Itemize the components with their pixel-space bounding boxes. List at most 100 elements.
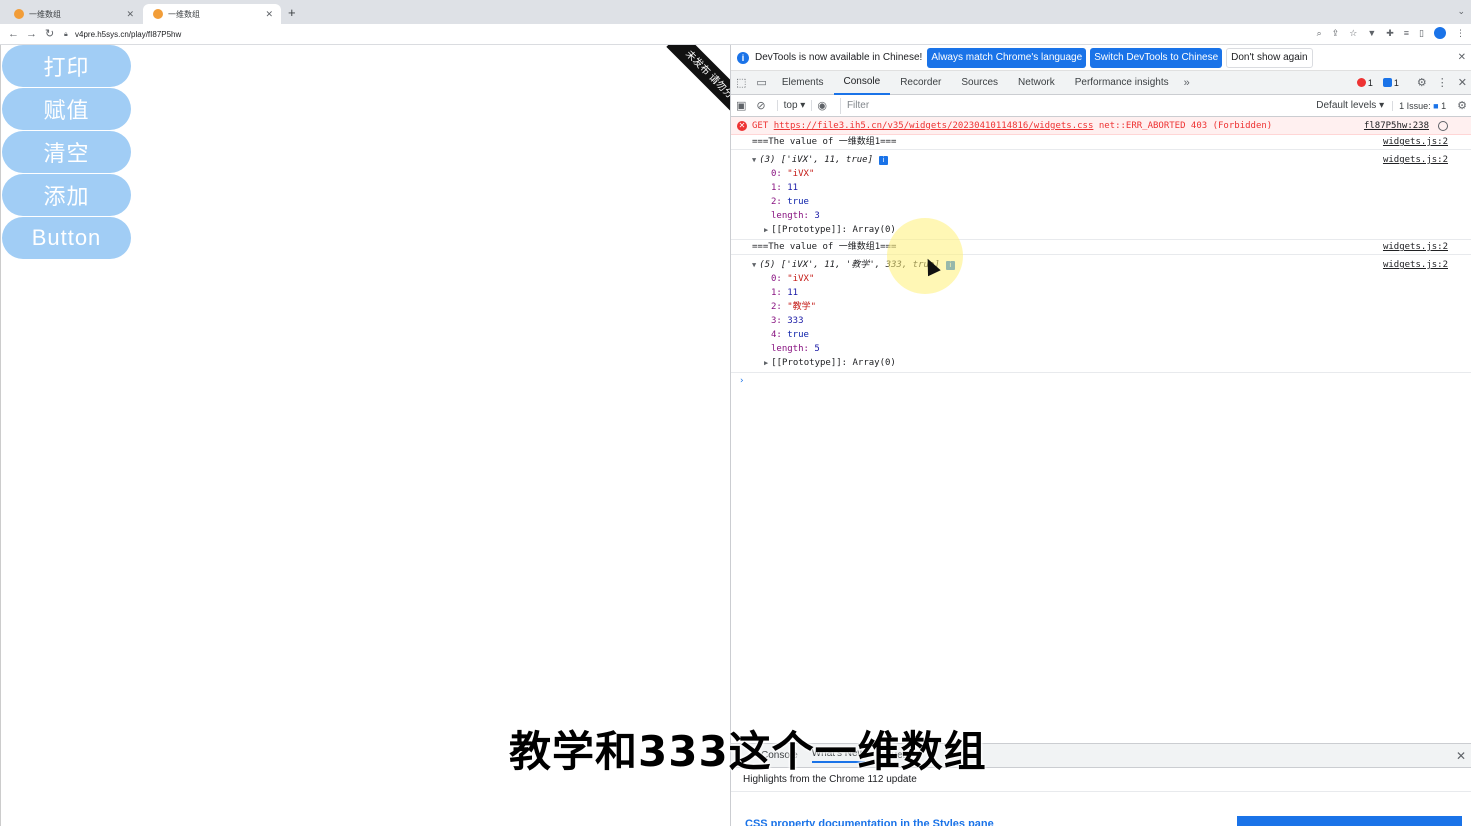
close-devtools-icon[interactable]: ✕ xyxy=(1453,76,1471,89)
side-panel-icon[interactable]: ▯ xyxy=(1419,28,1424,39)
console-settings-icon[interactable]: ⚙ xyxy=(1452,99,1471,112)
prototype-row[interactable]: ▶ [[Prototype]]: Array(0) xyxy=(731,356,1471,373)
close-tab-icon[interactable]: ✕ xyxy=(126,9,134,20)
whats-new-article-link[interactable]: CSS property documentation in the Styles… xyxy=(745,818,994,826)
message-count-badge[interactable]: 1 xyxy=(1380,78,1402,88)
favicon-icon xyxy=(14,9,24,19)
error-url-link[interactable]: https://file3.ih5.cn/v35/widgets/2023041… xyxy=(774,121,1094,131)
message-icon xyxy=(1382,78,1392,87)
network-request-icon[interactable] xyxy=(1438,121,1448,131)
array-item-value: 11 xyxy=(787,288,799,298)
source-link[interactable]: widgets.js:2 xyxy=(1383,153,1448,167)
browser-tab[interactable]: 一维数组 ✕ xyxy=(4,4,142,24)
array-summary-row[interactable]: ▼ (3) ['iVX', 11, true] i widgets.js:2 xyxy=(731,153,1471,167)
devtools-tabbar: ⬚ ▭ Elements Console Recorder Sources Ne… xyxy=(731,71,1471,95)
more-options-icon[interactable]: ⋮ xyxy=(1432,76,1453,89)
array-item-row: 2: "教学" xyxy=(731,300,1471,314)
tab-recorder[interactable]: Recorder xyxy=(890,71,951,95)
toolbar-icons: ⌕ ⇪ ☆ ▼ ✚ ≡ ▯ ⋮ xyxy=(1317,27,1465,39)
close-tab-icon[interactable]: ✕ xyxy=(265,9,273,20)
array-item-value: 3 xyxy=(814,211,820,221)
source-link[interactable]: widgets.js:2 xyxy=(1383,135,1448,149)
array-item-value: 5 xyxy=(814,344,820,354)
add-button[interactable]: 添加 xyxy=(2,174,131,216)
array-item-key: 0: xyxy=(771,169,782,179)
extensions-icon[interactable]: ✚ xyxy=(1386,28,1394,39)
tab-title: 一维数组 xyxy=(29,9,61,19)
error-count-badge[interactable]: 1 xyxy=(1354,78,1376,88)
source-link[interactable]: fl87P5hw:238 xyxy=(1364,117,1429,135)
browser-tab-active[interactable]: 一维数组 ✕ xyxy=(143,4,281,24)
filter-extension-icon[interactable]: ▼ xyxy=(1367,28,1376,38)
device-toolbar-icon[interactable]: ▭ xyxy=(751,76,771,89)
console-log-row: ===The value of 一维数组1=== widgets.js:2 xyxy=(731,135,1471,150)
array-item-row: 2: true xyxy=(731,195,1471,209)
close-drawer-icon[interactable]: ✕ xyxy=(1456,749,1466,763)
more-tabs-icon[interactable]: » xyxy=(1179,77,1195,89)
filter-input[interactable]: Filter xyxy=(839,97,1240,114)
forward-icon[interactable]: → xyxy=(26,27,37,41)
array-item-row: 4: true xyxy=(731,328,1471,342)
array-item-value: true xyxy=(787,197,809,207)
array-item-row: length: 5 xyxy=(731,342,1471,356)
tab-elements[interactable]: Elements xyxy=(772,71,834,95)
tab-strip: 一维数组 ✕ 一维数组 ✕ + ⌄ xyxy=(0,0,1471,24)
tab-sources[interactable]: Sources xyxy=(951,71,1008,95)
print-button[interactable]: 打印 xyxy=(2,45,131,87)
sidebar-toggle-icon[interactable]: ▣ xyxy=(731,99,751,112)
address-text: v4pre.h5sys.cn/play/fI87P5hw xyxy=(75,30,182,39)
settings-gear-icon[interactable]: ⚙ xyxy=(1412,76,1432,89)
collapse-triangle-icon[interactable]: ▶ xyxy=(764,226,768,234)
array-items: 0: "iVX" 1: 11 2: true length: 3 xyxy=(731,167,1471,223)
devtools-panel: i DevTools is now available in Chinese! … xyxy=(730,45,1471,826)
tab-search-icon[interactable]: ⌄ xyxy=(1457,6,1465,17)
ribbon-text: 未发布 请勿分享 xyxy=(666,45,730,115)
source-link[interactable]: widgets.js:2 xyxy=(1383,258,1448,272)
zoom-icon[interactable]: ⌕ xyxy=(1317,28,1322,39)
reload-icon[interactable]: ↻ xyxy=(45,27,54,41)
array-item-key: length: xyxy=(771,344,809,354)
bookmark-star-icon[interactable]: ☆ xyxy=(1349,28,1357,39)
profile-avatar[interactable] xyxy=(1434,27,1446,39)
tab-console[interactable]: Console xyxy=(833,71,891,95)
error-icon: ✕ xyxy=(737,121,747,131)
array-items: 0: "iVX" 1: 11 2: "教学" 3: 333 4: true length:… xyxy=(731,272,1471,356)
array-item-value: true xyxy=(787,330,809,340)
live-expression-eye-icon[interactable]: ◉ xyxy=(812,99,832,112)
share-icon[interactable]: ⇪ xyxy=(1332,28,1340,39)
array-summary-row[interactable]: ▼(5) ['iVX', 11, '教学', 333, true]i widge… xyxy=(731,258,1471,272)
context-selector[interactable]: top ▾ xyxy=(776,100,813,111)
source-link[interactable]: widgets.js:2 xyxy=(1383,240,1448,254)
issues-button[interactable]: 1 Issue: ■ 1 xyxy=(1392,100,1452,111)
menu-icon[interactable]: ⋮ xyxy=(1456,28,1465,39)
expand-triangle-icon[interactable]: ▼ xyxy=(752,156,756,164)
clear-console-icon[interactable]: ⊘ xyxy=(751,99,770,112)
tab-network[interactable]: Network xyxy=(1008,71,1065,95)
prototype-row[interactable]: ▶ [[Prototype]]: Array(0) xyxy=(731,223,1471,240)
match-language-button[interactable]: Always match Chrome's language xyxy=(927,47,1087,68)
close-icon[interactable]: ✕ xyxy=(1458,52,1466,63)
address-bar[interactable]: 🔒︎ v4pre.h5sys.cn/play/fI87P5hw xyxy=(64,27,1304,42)
clear-button[interactable]: 清空 xyxy=(2,131,131,173)
array-item-row: 1: 11 xyxy=(731,181,1471,195)
array-item-value: "iVX" xyxy=(787,274,815,284)
whats-new-thumbnail xyxy=(1237,816,1462,826)
new-tab-icon[interactable]: + xyxy=(288,6,296,20)
expand-triangle-icon[interactable]: ▼ xyxy=(752,261,756,269)
assign-button[interactable]: 赋值 xyxy=(2,88,131,130)
inspect-element-icon[interactable]: ⬚ xyxy=(731,76,751,89)
info-icon: i xyxy=(879,156,889,165)
video-subtitle: 教学和333这个一维数组 xyxy=(509,727,987,776)
tab-performance-insights[interactable]: Performance insights xyxy=(1065,71,1179,95)
log-levels-dropdown[interactable]: Default levels ▾ xyxy=(1308,100,1392,111)
dont-show-again-button[interactable]: Don't show again xyxy=(1226,47,1313,68)
console-output: ✕ GET https://file3.ih5.cn/v35/widgets/2… xyxy=(731,117,1471,743)
switch-chinese-button[interactable]: Switch DevTools to Chinese xyxy=(1090,47,1223,68)
back-icon[interactable]: ← xyxy=(8,27,19,41)
console-prompt[interactable]: › xyxy=(731,373,1471,389)
reading-list-icon[interactable]: ≡ xyxy=(1404,28,1409,38)
infobar-message: DevTools is now available in Chinese! xyxy=(755,52,923,63)
generic-button[interactable]: Button xyxy=(2,217,131,259)
unpublished-ribbon: 未发布 请勿分享 xyxy=(660,45,730,115)
collapse-triangle-icon[interactable]: ▶ xyxy=(764,359,768,367)
